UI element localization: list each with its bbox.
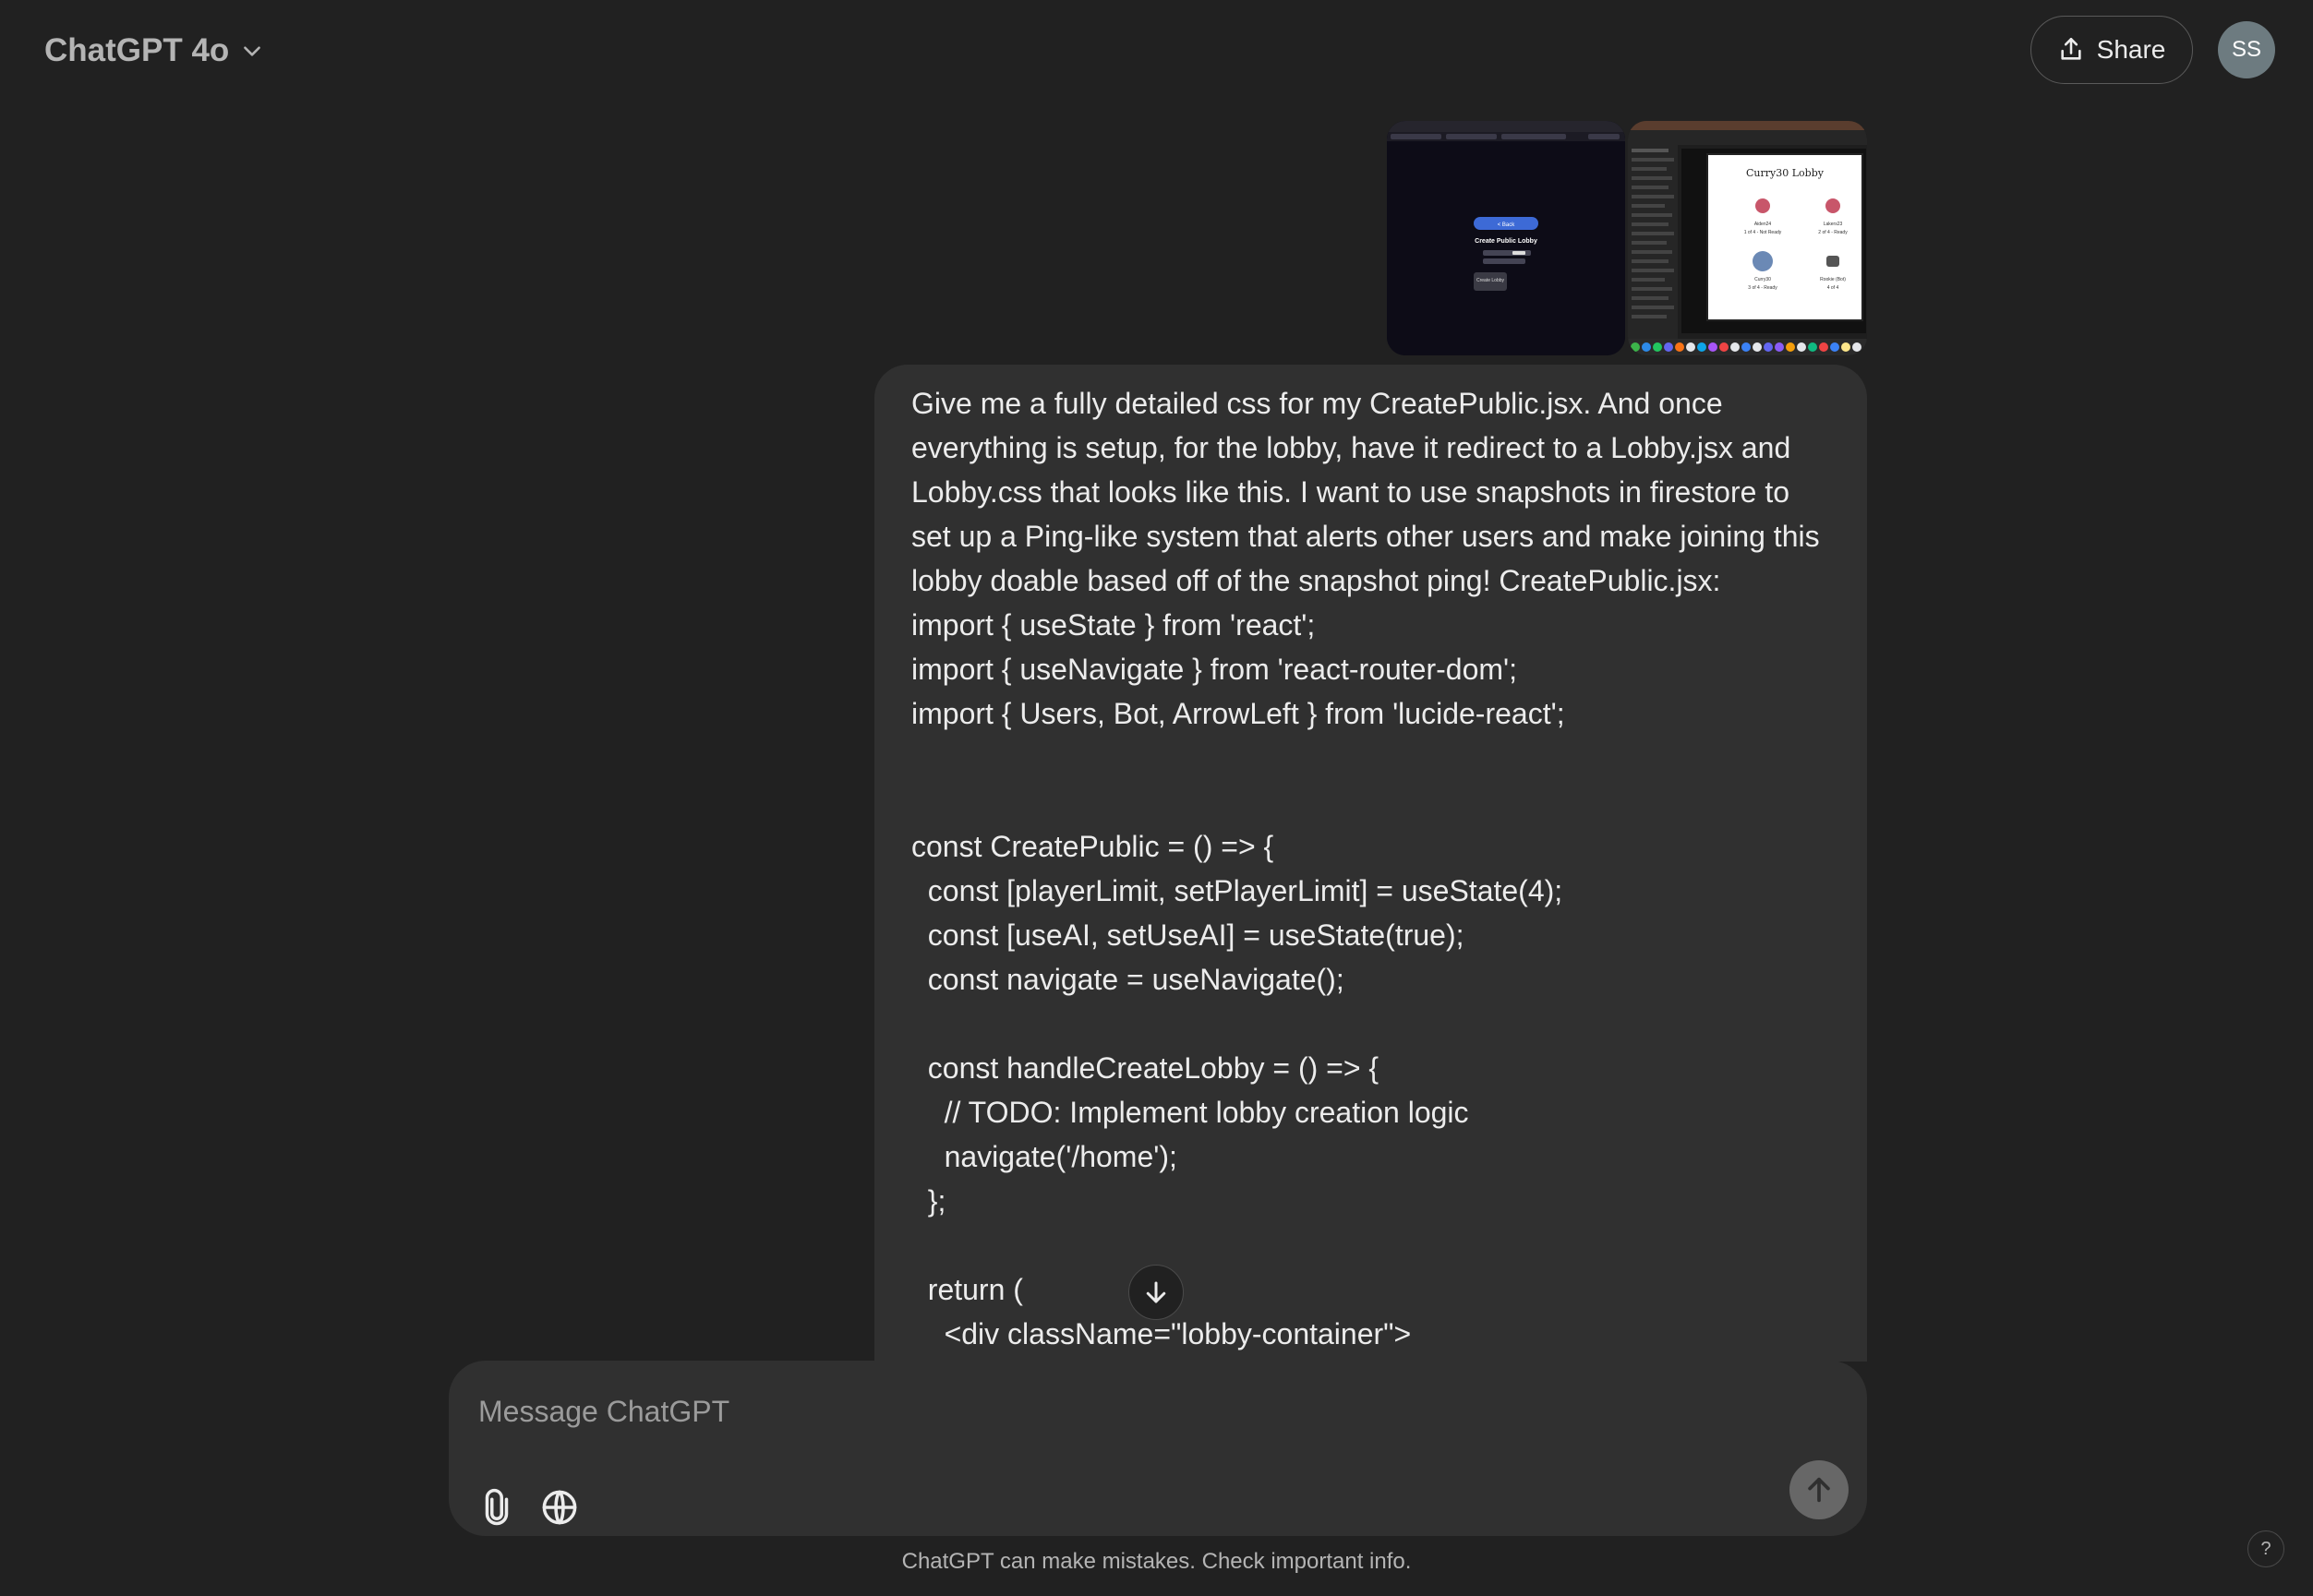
- model-selector[interactable]: ChatGPT 4o: [44, 26, 264, 76]
- help-label: ?: [2260, 1538, 2271, 1559]
- player-3-name: Curry30: [1754, 277, 1771, 282]
- scroll-to-bottom-button[interactable]: [1128, 1265, 1184, 1320]
- message-input[interactable]: Message ChatGPT: [478, 1388, 1771, 1434]
- attach-button[interactable]: [476, 1487, 517, 1528]
- user-message-bubble: Give me a fully detailed css for my Crea…: [874, 365, 1867, 1362]
- create-lobby-text: Create Lobby: [1476, 278, 1505, 283]
- arrow-up-icon: [1808, 1477, 1830, 1503]
- player-4-status: 4 of 4: [1827, 285, 1839, 291]
- user-message-text: Give me a fully detailed css for my Crea…: [911, 387, 1820, 1350]
- send-button[interactable]: [1789, 1460, 1849, 1519]
- player-1-name: Aiden24: [1754, 222, 1772, 227]
- player-1-status: 1 of 4 - Not Ready: [1744, 230, 1782, 235]
- player-3-status: 3 of 4 - Ready: [1748, 285, 1777, 291]
- attachment-thumbnail-lobby[interactable]: Curry30 Lobby Aiden24 1 of 4 - Not Ready…: [1628, 121, 1867, 355]
- create-public-title: Create Public Lobby: [1475, 238, 1537, 245]
- share-label: Share: [2096, 35, 2166, 64]
- create-public-screenshot-image: < Back Create Public Lobby Create Lobby: [1387, 121, 1625, 355]
- paperclip-icon: [485, 1488, 509, 1526]
- arrow-down-icon: [1146, 1281, 1166, 1303]
- chevron-down-icon: [244, 46, 261, 56]
- share-icon: [2061, 38, 2081, 60]
- player-4-name: Rookie (Bot): [1820, 277, 1846, 282]
- web-search-button[interactable]: [539, 1487, 580, 1528]
- help-button[interactable]: ?: [2247, 1530, 2284, 1567]
- globe-icon: [542, 1490, 577, 1525]
- model-name: ChatGPT 4o: [44, 32, 230, 68]
- avatar-initials: SS: [2231, 37, 2261, 62]
- player-2-name: Lakers23: [1824, 222, 1843, 227]
- avatar[interactable]: SS: [2218, 21, 2275, 78]
- attachment-thumbnail-create-public[interactable]: < Back Create Public Lobby Create Lobby: [1387, 121, 1625, 355]
- player-2-status: 2 of 4 - Ready: [1818, 230, 1848, 235]
- lobby-screenshot-image: Curry30 Lobby Aiden24 1 of 4 - Not Ready…: [1628, 121, 1867, 355]
- disclaimer-text: ChatGPT can make mistakes. Check importa…: [901, 1549, 1412, 1574]
- message-composer: Message ChatGPT: [449, 1361, 1867, 1536]
- lobby-title: Curry30 Lobby: [1746, 167, 1825, 179]
- share-button[interactable]: Share: [2030, 16, 2193, 84]
- back-button-text: < Back: [1498, 222, 1516, 228]
